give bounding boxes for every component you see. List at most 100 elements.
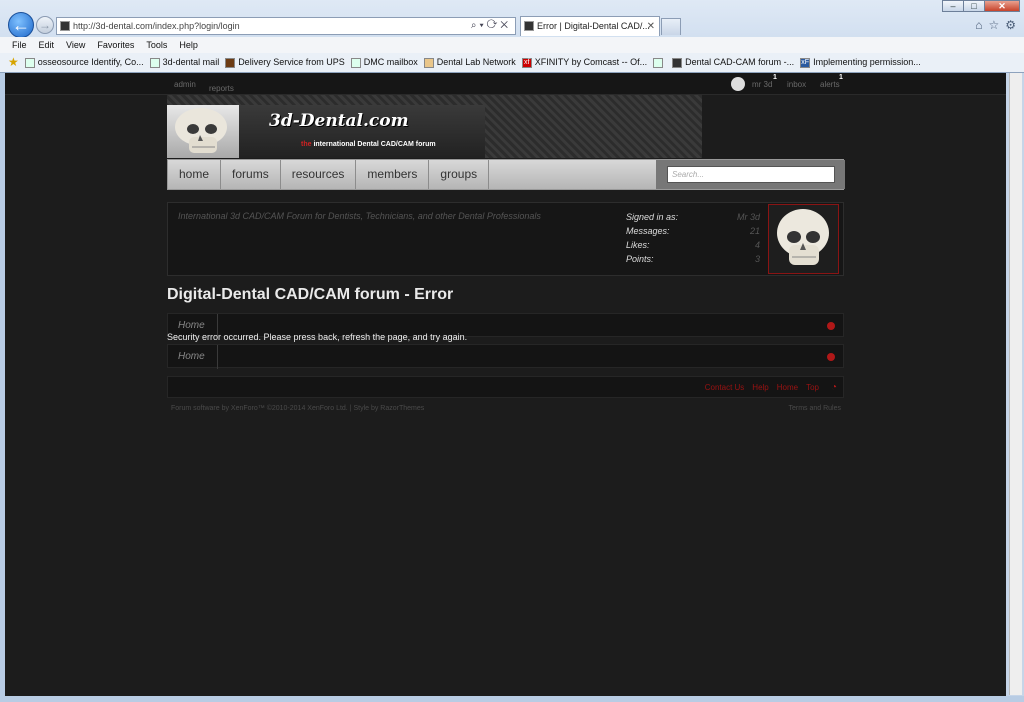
close-tab-icon[interactable]: ✕: [647, 17, 655, 36]
footer-home-link[interactable]: Home: [777, 383, 798, 392]
window-controls: – □ ✕: [942, 0, 1020, 12]
page-icon: [24, 57, 35, 68]
error-message: Security error occurred. Please press ba…: [167, 332, 468, 342]
alerts-link[interactable]: alerts: [820, 80, 840, 89]
menu-view[interactable]: View: [66, 37, 85, 53]
page-footer: Contact Us Help Home Top ◔: [167, 376, 844, 398]
favorites-star-icon[interactable]: ★: [8, 53, 19, 72]
points-value[interactable]: 3: [755, 254, 760, 268]
alerts-badge: 1: [839, 74, 843, 81]
breadcrumb-home[interactable]: Home: [178, 320, 205, 331]
favorite-link[interactable]: [653, 53, 666, 72]
logo-banner: 3d-Dental.com the international Dental C…: [239, 105, 485, 158]
skull-avatar-icon: [777, 209, 829, 265]
browser-tab-active[interactable]: Error | Digital-Dental CAD/... ✕: [520, 16, 660, 36]
xfinity-icon: xf: [521, 57, 532, 68]
minimize-button[interactable]: –: [942, 0, 964, 12]
signed-in-value[interactable]: Mr 3d: [737, 212, 760, 226]
logo-sub-the: the: [301, 141, 312, 148]
favorite-link[interactable]: Delivery Service from UPS: [225, 53, 345, 72]
favorite-label: 3d-dental mail: [162, 57, 220, 67]
inbox-link[interactable]: inbox: [787, 80, 806, 89]
user-menu-link[interactable]: mr 3d: [752, 80, 772, 89]
footer-help-link[interactable]: Help: [752, 383, 768, 392]
address-text: http://3d-dental.com/index.php?login/log…: [73, 21, 240, 31]
favorite-label: DMC mailbox: [363, 57, 418, 67]
site-tagline: International 3d CAD/CAM Forum for Denti…: [178, 211, 541, 221]
footer-top-link[interactable]: Top: [806, 383, 819, 392]
forward-arrow-icon[interactable]: →: [36, 16, 54, 34]
points-label: Points:: [626, 254, 654, 264]
nav-tab-home[interactable]: home: [168, 160, 222, 189]
user-avatar-mini[interactable]: [731, 77, 745, 91]
favorite-link[interactable]: osseosource Identify, Co...: [24, 53, 144, 72]
menu-favorites[interactable]: Favorites: [97, 37, 134, 53]
rss-icon[interactable]: ◔: [831, 382, 837, 393]
address-tools-icon[interactable]: ⌕▾⟳✕: [471, 18, 511, 34]
site-favicon-icon: [60, 21, 70, 31]
reports-link[interactable]: reports: [209, 84, 234, 93]
favorite-label: Delivery Service from UPS: [238, 57, 345, 67]
site-logo[interactable]: 3d-Dental.com the international Dental C…: [167, 105, 485, 158]
favorite-link[interactable]: xF Implementing permission...: [800, 53, 921, 72]
main-navigation: home forums resources members groups Sea…: [167, 159, 845, 190]
page-icon: [350, 57, 361, 68]
home-icon[interactable]: ⌂: [975, 18, 982, 32]
terms-link[interactable]: Terms and Rules: [788, 405, 841, 412]
page-icon: [653, 57, 664, 68]
back-arrow-icon[interactable]: ←: [8, 12, 34, 38]
jump-menu-icon[interactable]: [827, 322, 835, 330]
favorites-bar: ★ osseosource Identify, Co... 3d-dental …: [0, 53, 1024, 72]
messages-value[interactable]: 21: [750, 226, 760, 240]
menu-edit[interactable]: Edit: [39, 37, 55, 53]
gear-icon[interactable]: ⚙: [1005, 18, 1016, 32]
tab-favicon-icon: [524, 21, 534, 31]
skull-logo-icon: [175, 108, 227, 153]
menu-tools[interactable]: Tools: [146, 37, 167, 53]
favorite-link[interactable]: 3d-dental mail: [149, 53, 220, 72]
breadcrumb-arrow-icon: [212, 345, 218, 369]
favorites-star-icon[interactable]: ☆: [988, 18, 999, 32]
signed-in-label: Signed in as:: [626, 212, 679, 222]
jump-menu-icon[interactable]: [827, 353, 835, 361]
search-input[interactable]: Search...: [667, 166, 835, 183]
logo-title: 3d-Dental.com: [269, 111, 409, 131]
nav-tab-forums[interactable]: forums: [221, 160, 281, 189]
avatar[interactable]: [768, 204, 839, 274]
messages-label: Messages:: [626, 226, 670, 236]
xenforo-icon: xF: [800, 57, 811, 68]
favorite-link[interactable]: xf XFINITY by Comcast -- Of...: [521, 53, 648, 72]
site-header: 3d-Dental.com the international Dental C…: [167, 95, 702, 158]
page-title: Digital-Dental CAD/CAM forum - Error: [167, 286, 454, 303]
logo-subtitle: the international Dental CAD/CAM forum: [301, 141, 436, 148]
address-bar[interactable]: http://3d-dental.com/index.php?login/log…: [56, 17, 516, 35]
user-badge: 1: [773, 74, 777, 81]
user-stats: Signed in as: Mr 3d Messages: 21 Likes: 4 P…: [626, 212, 760, 268]
breadcrumb-home[interactable]: Home: [178, 351, 205, 362]
likes-label: Likes:: [626, 240, 650, 250]
favorite-link[interactable]: DMC mailbox: [350, 53, 418, 72]
favorite-link[interactable]: Dental CAD-CAM forum -...: [672, 53, 794, 72]
nav-tab-members[interactable]: members: [356, 160, 430, 189]
ups-icon: [225, 57, 236, 68]
web-page: admin reports 1 mr 3d inbox 1 alerts 3d-…: [5, 73, 1006, 696]
admin-link[interactable]: admin: [174, 80, 196, 89]
copyright-text: Forum software by XenForo™ ©2010-2014 Xe…: [171, 405, 425, 412]
favorite-link[interactable]: Dental Lab Network: [423, 53, 516, 72]
nav-tab-groups[interactable]: groups: [429, 160, 490, 189]
lab-network-icon: [423, 57, 434, 68]
close-window-button[interactable]: ✕: [984, 0, 1020, 12]
favorite-label: Dental Lab Network: [436, 57, 516, 67]
page-icon: [149, 57, 160, 68]
new-tab-button[interactable]: [661, 18, 681, 35]
browser-toolbar-icons: ⌂ ☆ ⚙: [975, 18, 1016, 32]
maximize-button[interactable]: □: [963, 0, 985, 12]
footer-contact-link[interactable]: Contact Us: [705, 383, 745, 392]
vertical-scrollbar[interactable]: [1009, 73, 1022, 695]
favorite-label: XFINITY by Comcast -- Of...: [534, 57, 648, 67]
menu-file[interactable]: File: [12, 37, 27, 53]
logo-sub-rest: international Dental CAD/CAM forum: [313, 141, 436, 148]
menu-help[interactable]: Help: [179, 37, 198, 53]
favorite-label: Implementing permission...: [813, 57, 921, 67]
nav-tab-resources[interactable]: resources: [281, 160, 357, 189]
